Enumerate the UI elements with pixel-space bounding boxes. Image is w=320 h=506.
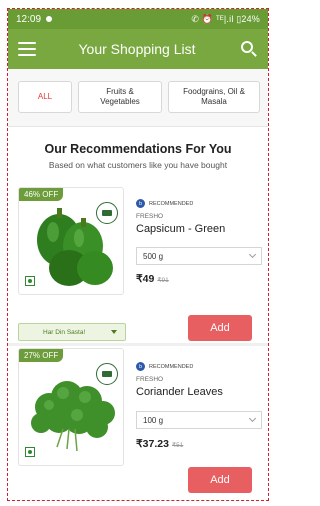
mrp-price: ₹51 <box>171 442 184 449</box>
screen-frame: 12:09 ✆ ⏰ ᵀᴱ|.il ▯24% Your Shopping List… <box>7 8 269 501</box>
recommendations-subtitle: Based on what customers like you have bo… <box>48 160 228 170</box>
quantity-value: 100 g <box>143 415 164 425</box>
discount-badge: 46% OFF <box>19 188 64 201</box>
app-bar: Your Shopping List <box>8 29 268 69</box>
saste-label: Har Din Sasta! <box>43 328 86 336</box>
filter-chip-fruits-vegetables[interactable]: Fruits & Vegetables <box>78 81 162 113</box>
discount-badge: 27% OFF <box>19 349 64 362</box>
veg-indicator-icon <box>25 276 35 286</box>
search-icon[interactable] <box>238 38 260 60</box>
dropdown-arrow-icon <box>111 330 117 334</box>
notification-dot-icon <box>46 16 53 22</box>
recommendations-title: Our Recommendations For You <box>44 142 232 156</box>
quantity-value: 500 g <box>143 251 164 261</box>
sale-price: ₹37.23 <box>136 438 169 450</box>
recommended-icon: b <box>136 362 145 371</box>
product-image[interactable]: 46% OFF <box>18 187 124 295</box>
add-button[interactable]: Add <box>188 315 252 341</box>
status-indicators: ✆ ⏰ ᵀᴱ|.il ▯24% <box>191 13 260 24</box>
quantity-select[interactable]: 100 g <box>136 411 262 429</box>
mrp-price: ₹91 <box>157 277 169 284</box>
product-card: 27% OFF b RECOMMENDED FRESHO Coriander L… <box>8 346 268 500</box>
recommended-label: RECOMMENDED <box>149 200 194 207</box>
filter-chip-all[interactable]: ALL <box>18 81 72 113</box>
sale-price: ₹49 <box>136 273 155 285</box>
recommendations-header: Our Recommendations For You Based on wha… <box>8 127 268 183</box>
product-price: ₹37.23 ₹51 <box>136 438 183 450</box>
filter-chip-foodgrains[interactable]: Foodgrains, Oil & Masala <box>168 81 260 113</box>
farm-fresh-stamp-icon <box>96 202 118 224</box>
page-title: Your Shopping List <box>78 41 196 57</box>
product-name[interactable]: Capsicum - Green <box>136 223 225 235</box>
recommended-icon: b <box>136 199 145 208</box>
har-din-sasta-dropdown[interactable]: Har Din Sasta! <box>18 323 126 341</box>
product-card: 46% OFF b RECOMMENDED FRESHO Capsicum - … <box>8 183 268 343</box>
product-name[interactable]: Coriander Leaves <box>136 386 223 398</box>
product-image[interactable]: 27% OFF <box>18 348 124 466</box>
add-button[interactable]: Add <box>188 467 252 493</box>
menu-icon[interactable] <box>18 42 36 56</box>
chevron-down-icon <box>248 250 257 259</box>
recommended-label: RECOMMENDED <box>149 363 194 370</box>
product-brand: FRESHO <box>136 213 164 220</box>
quantity-select[interactable]: 500 g <box>136 247 262 265</box>
product-price: ₹49 ₹91 <box>136 273 169 285</box>
veg-indicator-icon <box>25 447 35 457</box>
recommended-badge: b RECOMMENDED <box>136 362 193 371</box>
category-filters: ALL Fruits & Vegetables Foodgrains, Oil … <box>8 69 268 127</box>
farm-fresh-stamp-icon <box>96 363 118 385</box>
chevron-down-icon <box>248 414 257 423</box>
status-time: 12:09 <box>16 13 42 25</box>
recommended-badge: b RECOMMENDED <box>136 199 193 208</box>
product-brand: FRESHO <box>136 376 164 383</box>
status-bar: 12:09 ✆ ⏰ ᵀᴱ|.il ▯24% <box>8 9 268 29</box>
